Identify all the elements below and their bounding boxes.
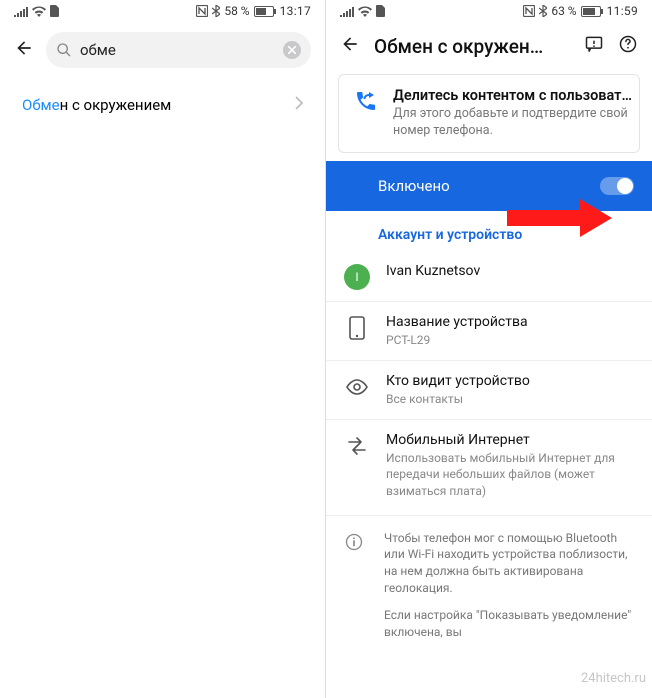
- battery-icon: [581, 6, 603, 17]
- device-name-title: Название устройства: [386, 314, 634, 330]
- search-query: обме: [80, 41, 275, 59]
- back-button[interactable]: [340, 34, 360, 58]
- eye-icon: [344, 373, 370, 399]
- status-bar: 58 % 13:17: [0, 0, 325, 22]
- back-button[interactable]: [14, 38, 34, 62]
- visibility-title: Кто видит устройство: [386, 373, 634, 389]
- battery-icon: [254, 6, 276, 17]
- clock: 13:17: [280, 4, 311, 18]
- sim-icon: [376, 5, 385, 17]
- mobile-data-title: Мобильный Интернет: [386, 432, 634, 448]
- bluetooth-icon: [539, 5, 547, 17]
- search-result-label: Обмен с окружением: [22, 96, 171, 114]
- chevron-right-icon: [295, 96, 303, 114]
- visibility-row[interactable]: Кто видит устройство Все контакты: [326, 360, 652, 419]
- search-icon: [56, 42, 72, 58]
- nfc-icon: [196, 5, 208, 17]
- account-name: Ivan Kuznetsov: [386, 263, 634, 279]
- info-paragraph-2: Если настройка "Показывать уведомление" …: [384, 607, 634, 641]
- watermark: 24hitech.ru: [581, 671, 646, 686]
- clear-icon[interactable]: [283, 41, 301, 59]
- wifi-icon: [358, 6, 372, 17]
- account-row[interactable]: I Ivan Kuznetsov: [326, 251, 652, 301]
- card-title: Делитесь контентом с пользоват…: [393, 87, 632, 104]
- data-transfer-icon: [344, 432, 370, 458]
- device-name-value: PCT-L29: [386, 332, 634, 348]
- search-input[interactable]: обме: [46, 32, 311, 68]
- battery-percent: 63 %: [551, 4, 576, 18]
- search-result-item[interactable]: Обмен с окружением: [0, 78, 325, 132]
- avatar: I: [344, 264, 370, 290]
- mobile-data-row[interactable]: Мобильный Интернет Использовать мобильны…: [326, 419, 652, 511]
- info-footer: Чтобы телефон мог с помощью Bluetooth ил…: [326, 515, 652, 641]
- page-title: Обмен с окружен…: [374, 35, 570, 58]
- annotation-arrow: [502, 195, 612, 241]
- feedback-icon[interactable]: [584, 34, 604, 58]
- clock: 11:59: [607, 4, 638, 18]
- status-bar: 63 % 11:59: [326, 0, 652, 22]
- verify-phone-card[interactable]: Делитесь контентом с пользоват… Для этог…: [338, 74, 640, 153]
- info-icon: [344, 530, 370, 641]
- sim-icon: [50, 5, 59, 17]
- battery-percent: 58 %: [224, 4, 249, 18]
- toggle-label: Включено: [378, 177, 450, 195]
- mobile-data-value: Использовать мобильный Интернет для пере…: [386, 450, 634, 499]
- visibility-value: Все контакты: [386, 391, 634, 407]
- signal-icon: [340, 6, 354, 17]
- bluetooth-icon: [212, 5, 220, 17]
- signal-icon: [14, 6, 28, 17]
- phone-share-icon: [353, 87, 379, 113]
- card-subtitle: Для этого добавьте и подтвердите свой но…: [393, 106, 632, 140]
- toggle-switch[interactable]: [600, 177, 634, 195]
- device-icon: [344, 314, 370, 340]
- info-paragraph-1: Чтобы телефон мог с помощью Bluetooth ил…: [384, 530, 634, 597]
- help-icon[interactable]: [618, 34, 638, 58]
- wifi-icon: [32, 6, 46, 17]
- device-name-row[interactable]: Название устройства PCT-L29: [326, 301, 652, 360]
- nfc-icon: [523, 5, 535, 17]
